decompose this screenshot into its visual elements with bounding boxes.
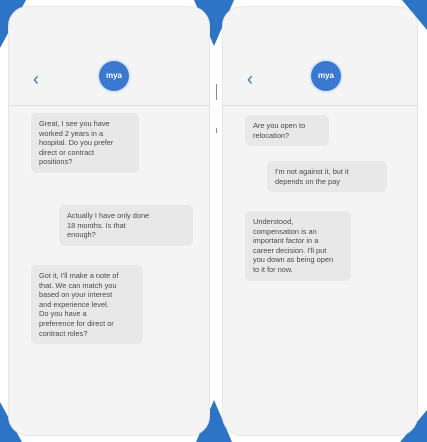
message-bubble-user: Actually I have only done 18 months. Is … (59, 205, 193, 246)
chat-screen-right: ‹ mya Are you open to relocation? I'm no… (222, 6, 418, 436)
mya-logo: mya (311, 61, 341, 91)
decor-mark (216, 128, 217, 133)
back-chevron-icon[interactable]: ‹ (33, 69, 39, 89)
chat-screen-left: ‹ mya Great, I see you have worked 2 yea… (8, 6, 210, 436)
message-text: Got it, I'll make a note of that. We can… (39, 271, 119, 338)
message-text: Actually I have only done 18 months. Is … (67, 211, 150, 240)
message-bubble-user: I'm not against it, but it depends on th… (267, 161, 387, 193)
mya-logo: mya (99, 61, 129, 91)
message-bubble-bot: Great, I see you have worked 2 years in … (31, 113, 139, 173)
chat-header: ‹ mya (223, 59, 417, 106)
chat-header: ‹ mya (9, 59, 209, 106)
message-text: I'm not against it, but it depends on th… (275, 167, 349, 186)
message-text: Understood, compensation is an important… (253, 217, 334, 274)
message-bubble-bot: Are you open to relocation? (245, 115, 329, 147)
message-bubble-bot: Understood, compensation is an important… (245, 211, 351, 281)
message-bubble-bot: Got it, I'll make a note of that. We can… (31, 265, 143, 345)
decor-mark (216, 84, 217, 100)
back-chevron-icon[interactable]: ‹ (247, 69, 253, 89)
message-text: Great, I see you have worked 2 years in … (39, 119, 114, 167)
message-text: Are you open to relocation? (253, 121, 306, 140)
